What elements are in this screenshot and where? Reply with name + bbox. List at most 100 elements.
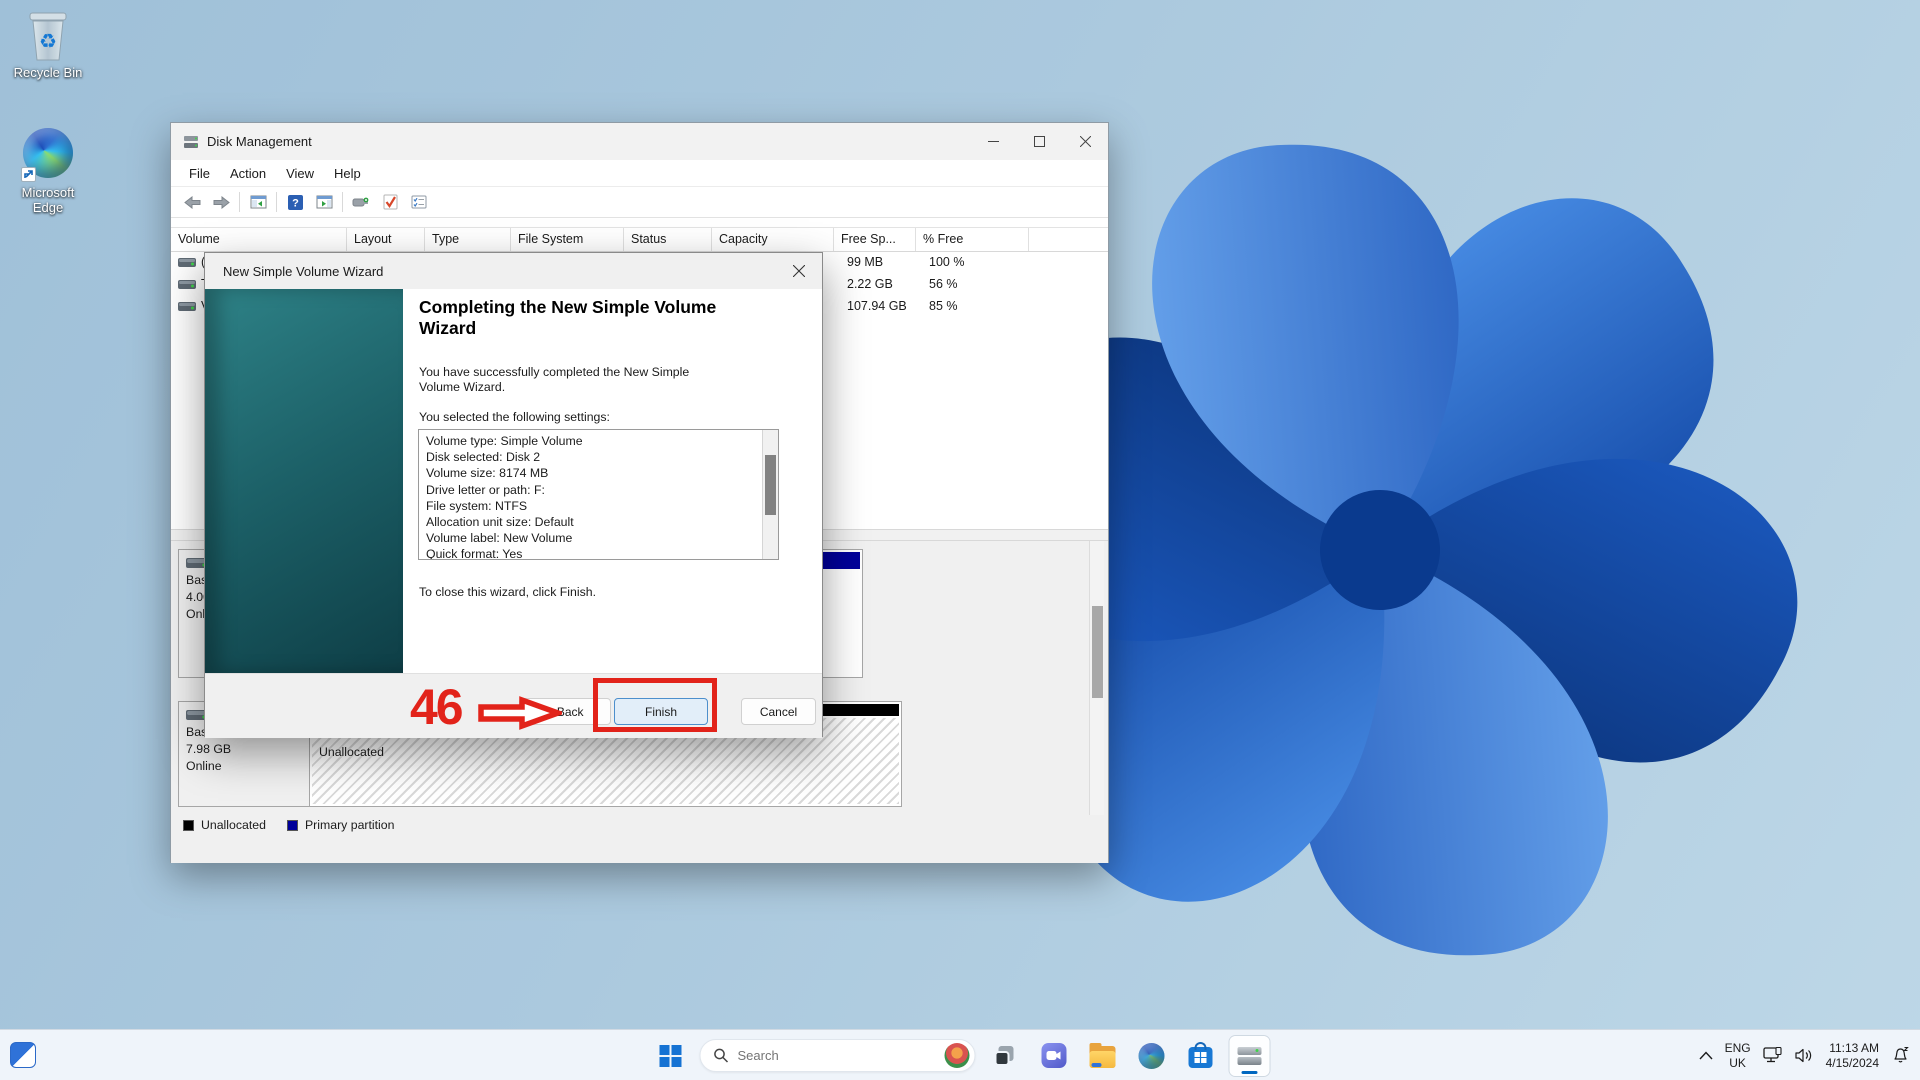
language-region: UK	[1729, 1055, 1746, 1070]
toolbar: ?	[171, 187, 1108, 218]
minimize-button[interactable]	[970, 123, 1016, 160]
back-arrow-icon[interactable]	[181, 191, 203, 213]
desktop-icon-label: Recycle Bin	[13, 65, 83, 80]
start-button[interactable]	[651, 1036, 691, 1076]
windows-start-icon	[659, 1044, 682, 1067]
active-app-indicator	[1241, 1070, 1258, 1074]
maximize-button[interactable]	[1016, 123, 1062, 160]
volume-icon[interactable]	[1795, 1048, 1814, 1063]
setting-line: Volume type: Simple Volume	[426, 434, 583, 448]
disk2-status: Online	[186, 759, 222, 773]
wizard-sidebar-image	[205, 289, 403, 673]
store-icon	[1188, 1042, 1213, 1068]
notification-bell-icon[interactable]	[1891, 1046, 1910, 1065]
scrollbar-thumb[interactable]	[1092, 606, 1103, 698]
show-console-tree-icon[interactable]	[247, 191, 269, 213]
desktop-icon-recycle-bin[interactable]: ♻ Recycle Bin	[6, 8, 90, 81]
region-label: Unallocated	[319, 745, 384, 759]
window-title: Disk Management	[207, 134, 312, 149]
column-header-capacity[interactable]: Capacity	[712, 228, 834, 251]
volume-list-header: Volume Layout Type File System Status Ca…	[171, 227, 1108, 252]
search-icon	[714, 1048, 729, 1063]
volume-free-space: 2.22 GB	[847, 277, 893, 291]
language-indicator[interactable]: ENG UK	[1725, 1041, 1751, 1070]
setting-line: File system: NTFS	[426, 498, 528, 513]
annotation-highlight-rect	[593, 678, 717, 732]
tray-time: 11:13 AM	[1829, 1040, 1879, 1055]
disk-management-icon	[1237, 1046, 1262, 1066]
wizard-title: New Simple Volume Wizard	[223, 263, 384, 279]
wizard-heading: Completing the New Simple Volume Wizard	[419, 297, 717, 339]
svg-text:?: ?	[292, 197, 299, 209]
svg-text:♻: ♻	[39, 31, 57, 53]
file-explorer-button[interactable]	[1083, 1036, 1123, 1076]
volume-free-space: 107.94 GB	[847, 299, 907, 313]
disk-management-taskbar-button[interactable]	[1229, 1035, 1270, 1076]
annotation-step-number: 46	[410, 679, 464, 735]
drive-icon	[178, 256, 196, 269]
legend-primary-swatch	[286, 819, 298, 831]
annotation-arrow-icon	[478, 696, 562, 730]
window-titlebar[interactable]: Disk Management	[171, 123, 1108, 160]
drive-icon	[178, 278, 196, 291]
tray-chevron-up-icon[interactable]	[1699, 1051, 1713, 1060]
volume-pct-free: 85 %	[929, 299, 958, 313]
chat-camera-icon	[1041, 1043, 1066, 1068]
column-header-volume[interactable]: Volume	[171, 228, 347, 251]
network-icon[interactable]	[1762, 1047, 1783, 1064]
column-header-file-system[interactable]: File System	[511, 228, 624, 251]
column-header-status[interactable]: Status	[624, 228, 712, 251]
menu-view[interactable]: View	[276, 162, 324, 185]
wizard-settings-label: You selected the following settings:	[419, 410, 610, 424]
menu-help[interactable]: Help	[324, 162, 371, 185]
column-header-pct-free[interactable]: % Free	[916, 228, 1029, 251]
wizard-intro-text: You have successfully completed the New …	[419, 365, 690, 395]
clock[interactable]: 11:13 AM 4/15/2024	[1826, 1041, 1879, 1071]
cancel-button[interactable]: Cancel	[741, 698, 816, 725]
wizard-outro-text: To close this wizard, click Finish.	[419, 585, 596, 599]
column-header-layout[interactable]: Layout	[347, 228, 425, 251]
recycle-bin-icon: ♻	[21, 8, 75, 62]
search-input[interactable]	[737, 1048, 936, 1063]
column-header-filler	[1029, 228, 1108, 251]
microsoft-store-button[interactable]	[1181, 1036, 1221, 1076]
properties-list-icon[interactable]	[408, 191, 430, 213]
wizard-titlebar[interactable]: New Simple Volume Wizard	[205, 253, 822, 289]
taskbar: ENG UK 11:13 AM 4/15/2024	[0, 1029, 1920, 1080]
listbox-scrollbar[interactable]	[762, 430, 778, 559]
legend: Unallocated Primary partition	[183, 818, 408, 832]
shortcut-arrow-icon	[21, 167, 36, 182]
forward-arrow-icon[interactable]	[210, 191, 232, 213]
legend-unallocated-label: Unallocated	[201, 818, 266, 832]
disk2-size: 7.98 GB	[186, 742, 232, 756]
search-highlight-image[interactable]	[944, 1043, 970, 1068]
refresh-disk-icon[interactable]	[350, 191, 372, 213]
desktop-icon-microsoft-edge[interactable]: Microsoft Edge	[6, 126, 90, 216]
edge-icon	[1138, 1042, 1165, 1069]
widgets-button[interactable]	[10, 1042, 36, 1068]
column-header-free-space[interactable]: Free Sp...	[834, 228, 916, 251]
action-pane-icon[interactable]	[313, 191, 335, 213]
vertical-scrollbar[interactable]	[1089, 541, 1104, 815]
setting-line: Disk selected: Disk 2	[426, 450, 541, 465]
edge-button[interactable]	[1132, 1036, 1172, 1076]
chat-button[interactable]	[1034, 1036, 1074, 1076]
setting-line: Allocation unit size: Default	[426, 515, 574, 530]
desktop-icon-label: Microsoft Edge	[21, 185, 75, 215]
edge-icon	[21, 128, 75, 182]
taskbar-search[interactable]	[699, 1039, 976, 1072]
menu-file[interactable]: File	[179, 162, 220, 185]
check-document-icon[interactable]	[379, 191, 401, 213]
help-icon[interactable]: ?	[284, 191, 306, 213]
wizard-close-icon[interactable]	[776, 253, 822, 289]
setting-line: Volume label: New Volume	[426, 531, 573, 546]
column-header-type[interactable]: Type	[425, 228, 511, 251]
drive-icon	[178, 300, 196, 313]
volume-pct-free: 100 %	[929, 255, 965, 269]
wizard-settings-listbox[interactable]: Volume type: Simple Volume Disk selected…	[418, 429, 779, 560]
disk-management-app-icon	[183, 135, 199, 149]
listbox-scrollbar-thumb[interactable]	[765, 455, 776, 515]
close-button[interactable]	[1062, 123, 1108, 160]
menu-action[interactable]: Action	[220, 162, 276, 185]
task-view-button[interactable]	[985, 1036, 1025, 1076]
